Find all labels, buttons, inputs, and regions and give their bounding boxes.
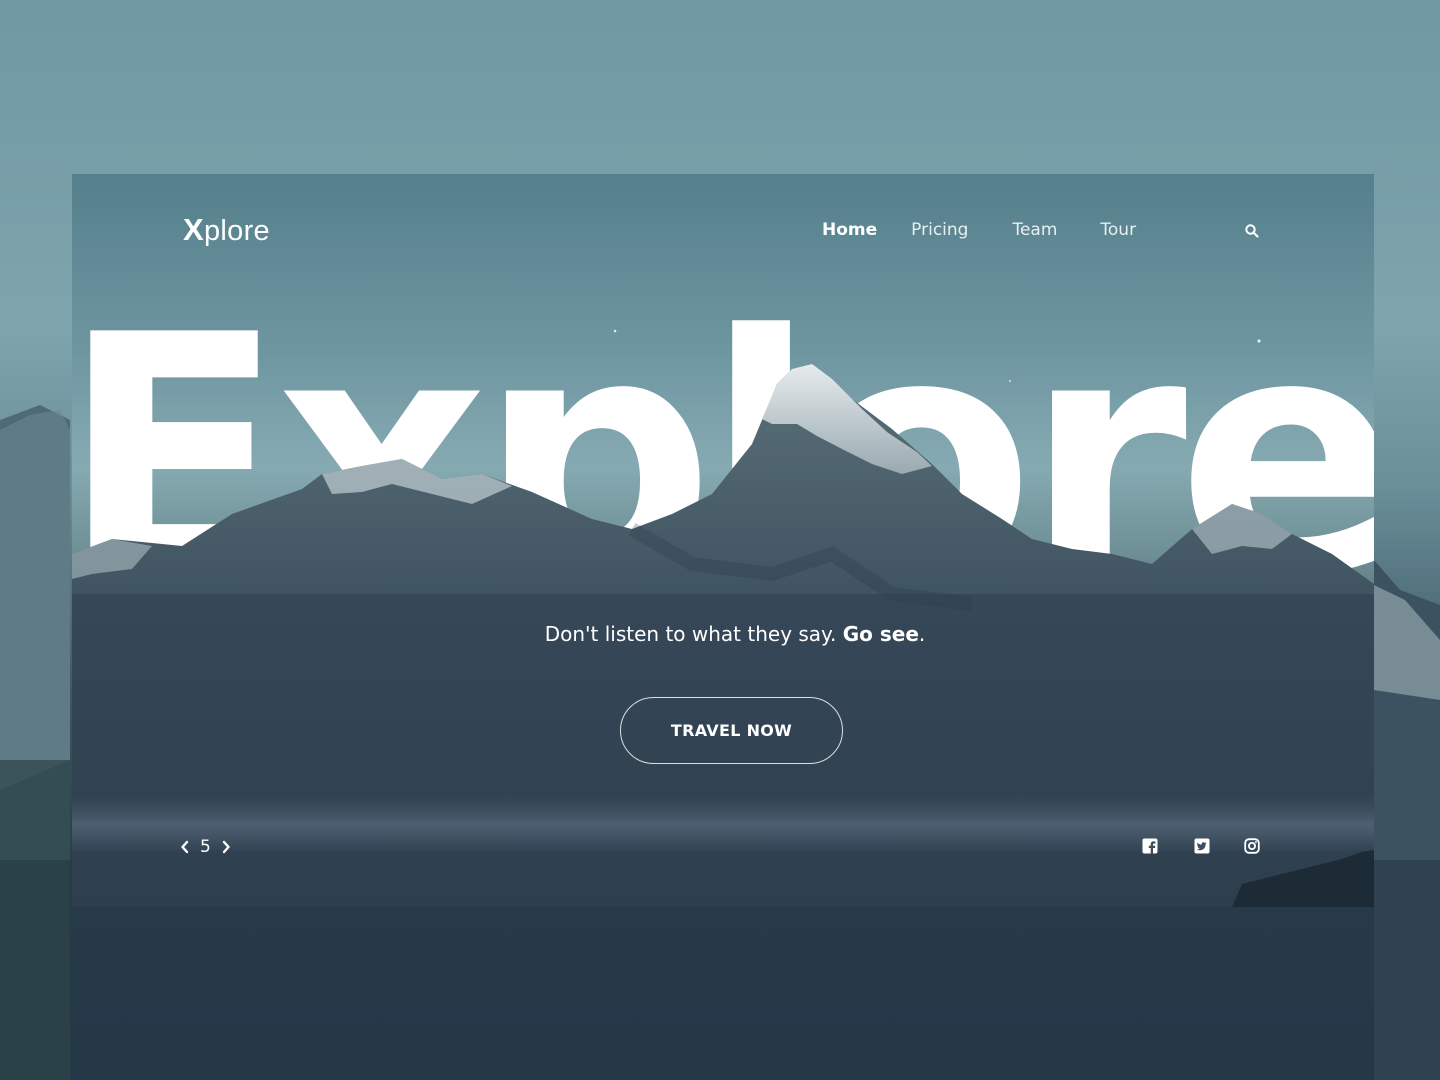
- chevron-right-icon[interactable]: [221, 840, 231, 854]
- facebook-icon[interactable]: [1142, 838, 1158, 854]
- search-icon[interactable]: [1244, 223, 1260, 239]
- nav-item-team[interactable]: Team: [1012, 220, 1057, 240]
- slide-number: 5: [200, 837, 211, 857]
- brand-logo[interactable]: Xplore: [183, 212, 270, 248]
- logo-rest: plore: [203, 215, 270, 247]
- nav-item-pricing[interactable]: Pricing: [911, 220, 968, 240]
- twitter-icon[interactable]: [1194, 838, 1210, 854]
- travel-now-button[interactable]: TRAVEL NOW: [620, 697, 843, 764]
- top-navigation: Xplore Home Pricing Team Tour: [72, 174, 1374, 294]
- nav-item-tour[interactable]: Tour: [1100, 220, 1136, 240]
- page: Explore Xplore Home Pricing Team Tour Do…: [0, 0, 1440, 1080]
- main-menu: Home Pricing Team Tour: [822, 220, 1170, 240]
- tagline-regular: Don't listen to what they say.: [544, 622, 843, 646]
- tagline-end: .: [918, 622, 926, 646]
- logo-initial: X: [183, 212, 204, 247]
- instagram-icon[interactable]: [1244, 838, 1260, 854]
- tagline-bold: Go see: [842, 622, 919, 646]
- hero-card: Explore Xplore Home Pricing Team Tour Do…: [72, 174, 1374, 907]
- chevron-left-icon[interactable]: [180, 840, 190, 854]
- nav-item-home[interactable]: Home: [822, 220, 877, 240]
- hero-tagline: Don't listen to what they say. Go see.: [72, 622, 1374, 646]
- slide-pager: 5: [180, 837, 231, 857]
